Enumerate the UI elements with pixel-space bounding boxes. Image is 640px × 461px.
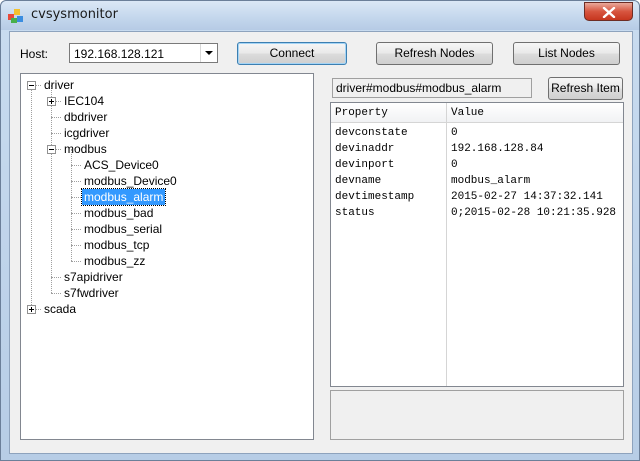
tree-connector-line	[71, 261, 81, 262]
property-name: devinaddr	[335, 143, 395, 155]
tree-item-label: ACS_Device0	[84, 158, 159, 172]
chevron-down-icon	[205, 51, 213, 55]
property-value: 192.168.128.84	[451, 143, 544, 155]
host-combobox-dropdown[interactable]	[200, 44, 217, 62]
tree-item-label: modbus_zz	[84, 254, 146, 268]
host-combobox-value: 192.168.128.121	[74, 47, 165, 61]
tree-connector-line	[51, 133, 61, 134]
list-nodes-button[interactable]: List Nodes	[513, 42, 620, 65]
tree-item-s7fwdriver[interactable]: s7fwdriver	[21, 285, 313, 301]
client-area: Host: 192.168.128.121 Connect Refresh No…	[9, 31, 633, 454]
tree-item-dbdriver[interactable]: dbdriver	[21, 109, 313, 125]
close-icon	[602, 7, 616, 18]
column-header-property[interactable]: Property	[335, 107, 388, 119]
host-combobox[interactable]: 192.168.128.121	[69, 43, 218, 63]
refresh-item-button[interactable]: Refresh Item	[548, 77, 623, 100]
tree-item-modbus-device0[interactable]: modbus_Device0	[21, 173, 313, 189]
collapse-icon[interactable]	[27, 81, 36, 90]
tree-connector-line	[71, 245, 81, 246]
property-row[interactable]: status 0;2015-02-28 10:21:35.928	[331, 205, 623, 221]
tree-connector-line	[51, 277, 61, 278]
property-value: 0	[451, 127, 458, 139]
tree-item-label: IEC104	[64, 94, 105, 108]
tree-item-label: modbus_bad	[84, 206, 154, 220]
tree-item-s7apidriver[interactable]: s7apidriver	[21, 269, 313, 285]
property-row[interactable]: devconstate 0	[331, 125, 623, 141]
property-grid[interactable]: Property Value devconstate 0 devinaddr 192.…	[330, 102, 624, 387]
tree-item-modbus[interactable]: modbus	[21, 141, 313, 157]
property-row[interactable]: devinport 0	[331, 157, 623, 173]
property-name: devconstate	[335, 127, 408, 139]
tree-item-label: modbus	[64, 142, 107, 156]
property-name: devinport	[335, 159, 395, 171]
tree-item-modbus-tcp[interactable]: modbus_tcp	[21, 237, 313, 253]
expand-icon[interactable]	[47, 97, 56, 106]
tree-item-label: modbus_Device0	[84, 174, 177, 188]
description-panel	[330, 390, 624, 440]
tree-item-modbus-bad[interactable]: modbus_bad	[21, 205, 313, 221]
tree-item-modbus-serial[interactable]: modbus_serial	[21, 221, 313, 237]
connect-button[interactable]: Connect	[237, 42, 347, 65]
tree-item-acs-device0[interactable]: ACS_Device0	[21, 157, 313, 173]
node-tree[interactable]: driver IEC104 dbdriver icgdriver modbus ACS_D…	[20, 73, 314, 440]
tree-item-label: s7apidriver	[64, 270, 123, 284]
tree-item-label: icgdriver	[64, 126, 110, 140]
tree-item-icgdriver[interactable]: icgdriver	[21, 125, 313, 141]
tree-item-label: dbdriver	[64, 110, 108, 124]
tree-item-label: s7fwdriver	[64, 286, 119, 300]
property-name: status	[335, 207, 375, 219]
property-row[interactable]: devname modbus_alarm	[331, 173, 623, 189]
tree-connector-line	[71, 229, 81, 230]
tree-connector-line	[51, 117, 61, 118]
tree-item-driver[interactable]: driver	[21, 77, 313, 93]
property-row[interactable]: devtimestamp 2015-02-27 14:37:32.141	[331, 189, 623, 205]
tree-item-modbus-zz[interactable]: modbus_zz	[21, 253, 313, 269]
property-row[interactable]: devinaddr 192.168.128.84	[331, 141, 623, 157]
property-value: 0	[451, 159, 458, 171]
tree-connector-line	[51, 293, 61, 294]
tree-item-modbus-alarm[interactable]: modbus_alarm	[21, 188, 313, 206]
tree-item-label: modbus_alarm	[80, 188, 167, 206]
tree-item-label: modbus_serial	[84, 222, 163, 236]
property-name: devname	[335, 175, 382, 187]
tree-item-label: scada	[44, 302, 77, 316]
column-header-value[interactable]: Value	[451, 107, 484, 119]
property-value: modbus_alarm	[451, 175, 531, 187]
tree-connector-line	[71, 213, 81, 214]
tree-connector-line	[71, 181, 81, 182]
tree-connector-line	[71, 197, 81, 198]
expand-icon[interactable]	[27, 305, 36, 314]
property-grid-header: Property Value	[331, 103, 623, 123]
window-title: cvsysmonitor	[31, 7, 118, 22]
collapse-icon[interactable]	[47, 145, 56, 154]
tree-item-label: modbus_tcp	[84, 238, 150, 252]
cvsysmonitor-app-icon	[8, 9, 23, 23]
title-bar[interactable]: cvsysmonitor	[1, 1, 639, 30]
property-value: 0;2015-02-28 10:21:35.928	[451, 207, 617, 219]
property-name: devtimestamp	[335, 191, 415, 203]
main-window: cvsysmonitor Host: 192.168.128.121 Conne…	[0, 0, 640, 461]
close-button[interactable]	[584, 2, 633, 21]
host-label: Host:	[20, 47, 49, 61]
item-path-field: driver#modbus#modbus_alarm	[332, 78, 532, 98]
refresh-nodes-button[interactable]: Refresh Nodes	[376, 42, 493, 65]
tree-item-scada[interactable]: scada	[21, 301, 313, 317]
tree-connector-line	[71, 165, 81, 166]
tree-item-iec104[interactable]: IEC104	[21, 93, 313, 109]
tree-item-label: driver	[44, 78, 75, 92]
property-value: 2015-02-27 14:37:32.141	[451, 191, 603, 203]
